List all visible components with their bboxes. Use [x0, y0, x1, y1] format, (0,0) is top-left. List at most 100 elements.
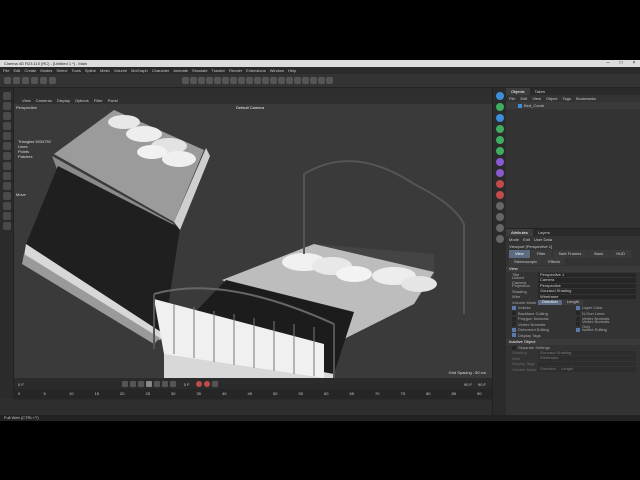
subtab-filter[interactable]: Filter — [530, 250, 552, 258]
checkbox[interactable] — [512, 311, 516, 316]
checkbox-item[interactable]: Layer Color — [570, 305, 634, 310]
scale-icon[interactable] — [40, 77, 47, 84]
maximize-icon[interactable]: □ — [615, 60, 627, 67]
viewport-menu-cameras[interactable]: Cameras — [36, 98, 52, 103]
spline-icon[interactable] — [496, 103, 504, 111]
workplane-icon[interactable] — [318, 77, 325, 84]
property-field[interactable]: Camera — [538, 277, 636, 283]
light-icon[interactable] — [302, 77, 309, 84]
goto-end-icon[interactable] — [169, 381, 176, 387]
objects-menu-bookmarks[interactable]: Bookmarks — [576, 95, 596, 102]
y-axis-icon[interactable] — [190, 77, 197, 84]
tab-objects[interactable]: Objects — [506, 88, 530, 95]
end-frame-2[interactable]: 90 F — [478, 382, 486, 387]
subtab-effects[interactable]: Effects — [543, 258, 566, 265]
axis-mode-icon[interactable] — [3, 142, 11, 150]
menu-character[interactable]: Character — [152, 68, 170, 73]
objects-menu-edit[interactable]: Edit — [520, 95, 527, 102]
checkbox-item[interactable]: Polygon Normals — [506, 316, 570, 321]
subtab-stereoscopic[interactable]: Stereoscopic — [509, 258, 543, 265]
end-frame[interactable]: 90 F — [464, 382, 472, 387]
material-icon[interactable] — [496, 158, 504, 166]
attributes-menu-edit[interactable]: Edit — [523, 236, 530, 243]
object-row[interactable]: Bed_Comb — [506, 102, 640, 109]
bed-model-right[interactable] — [153, 160, 465, 378]
prev-frame-icon[interactable] — [137, 381, 144, 387]
objects-menu-view[interactable]: View — [532, 95, 541, 102]
polygons-mode-icon[interactable] — [3, 112, 11, 120]
lock-icon[interactable] — [326, 77, 333, 84]
workplane-icon[interactable] — [3, 162, 11, 170]
menu-edit[interactable]: Edit — [13, 68, 20, 73]
points-mode-icon[interactable] — [3, 92, 11, 100]
checkbox-item[interactable]: Deformed Editing — [506, 327, 570, 332]
checkbox-item[interactable]: Backface Culling — [506, 311, 570, 316]
menu-help[interactable]: Help — [288, 68, 296, 73]
edges-mode-icon[interactable] — [3, 102, 11, 110]
prev-key-icon[interactable] — [129, 381, 136, 387]
tab-layers[interactable]: Layers — [533, 229, 555, 236]
checkbox[interactable] — [512, 305, 516, 310]
checkbox[interactable] — [512, 316, 516, 321]
model-mode-icon[interactable] — [3, 122, 11, 130]
z-axis-icon[interactable] — [198, 77, 205, 84]
menu-mesh[interactable]: Mesh — [100, 68, 110, 73]
start-frame[interactable]: 0 F — [18, 382, 24, 387]
render-icon[interactable] — [496, 213, 504, 221]
light-object-icon[interactable] — [496, 191, 504, 199]
render-icon[interactable] — [214, 77, 221, 84]
tag-icon[interactable] — [496, 169, 504, 177]
menu-window[interactable]: Window — [270, 68, 284, 73]
minimize-icon[interactable]: – — [602, 60, 614, 67]
objects-menu-object[interactable]: Object — [546, 95, 558, 102]
subtab-safe-frames[interactable]: Safe Frames — [552, 250, 588, 258]
checkbox[interactable] — [576, 311, 580, 316]
play-icon[interactable] — [145, 381, 152, 387]
menu-volume[interactable]: Volume — [114, 68, 127, 73]
select-icon[interactable] — [22, 77, 29, 84]
soloing-icon[interactable] — [3, 172, 11, 180]
coord-icon[interactable] — [206, 77, 213, 84]
subdivision-icon[interactable] — [254, 77, 261, 84]
attributes-menu-mode[interactable]: Mode — [509, 236, 519, 243]
menu-render[interactable]: Render — [229, 68, 242, 73]
paint-icon[interactable] — [3, 222, 11, 230]
array-icon[interactable] — [262, 77, 269, 84]
close-icon[interactable]: × — [628, 60, 640, 67]
keyframe-icon[interactable] — [211, 381, 218, 387]
effector-icon[interactable] — [496, 147, 504, 155]
checkbox-item[interactable]: Vertex Normals — [506, 322, 570, 327]
goto-start-icon[interactable] — [121, 381, 128, 387]
undo-icon[interactable] — [4, 77, 11, 84]
volume-option-length[interactable]: Length — [562, 299, 584, 305]
brush-icon[interactable] — [3, 182, 11, 190]
rotate-icon[interactable] — [49, 77, 56, 84]
redo-icon[interactable] — [13, 77, 20, 84]
timeline-ruler[interactable]: 0 5 10 15 20 25 30 35 40 45 50 55 60 65 70 75 80 85 90 — [14, 389, 492, 399]
deformer-icon[interactable] — [496, 125, 504, 133]
viewport-menu-panel[interactable]: Panel — [108, 98, 118, 103]
checkbox[interactable] — [576, 305, 580, 310]
camera-icon[interactable] — [294, 77, 301, 84]
settings-icon[interactable] — [496, 235, 504, 243]
viewport-menu-display[interactable]: Display — [57, 98, 70, 103]
subtab-view[interactable]: View — [509, 250, 530, 258]
viewport-camera-label[interactable]: Default Camera — [236, 105, 264, 110]
autokey-icon[interactable] — [203, 381, 210, 387]
pen-icon[interactable] — [246, 77, 253, 84]
checkbox-item[interactable]: Display Tags — [506, 333, 570, 338]
objects-menu-file[interactable]: File — [509, 95, 515, 102]
checkbox[interactable] — [512, 333, 516, 338]
viewport-menu-view[interactable]: View — [22, 98, 31, 103]
checkbox-item[interactable]: Isoline Editing — [570, 327, 634, 332]
inactive-length-option[interactable]: Length — [559, 366, 636, 372]
property-field[interactable]: Wireframe — [538, 355, 636, 361]
checkbox[interactable] — [512, 327, 516, 332]
checkbox[interactable] — [576, 322, 580, 327]
snapping-icon[interactable] — [3, 152, 11, 160]
menu-tools[interactable]: Tools — [72, 68, 81, 73]
menu-spline[interactable]: Spline — [85, 68, 96, 73]
render-view-icon[interactable] — [222, 77, 229, 84]
menu-select[interactable]: Select — [56, 68, 67, 73]
viewport-menu-filter[interactable]: Filter — [94, 98, 103, 103]
